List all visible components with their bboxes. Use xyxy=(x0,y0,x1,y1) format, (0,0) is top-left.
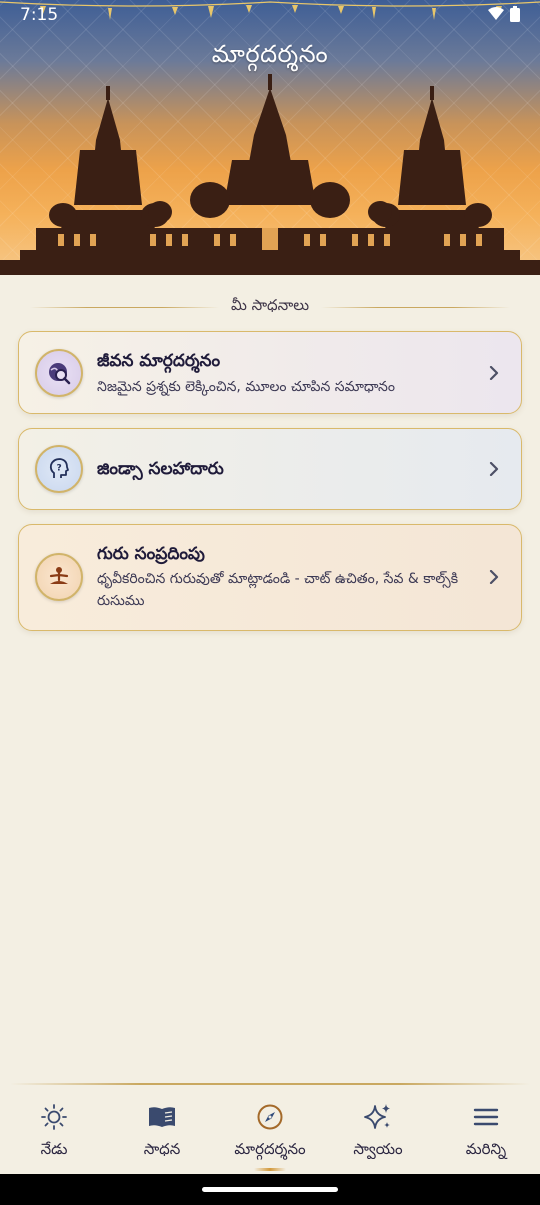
nav-item-sadhana[interactable]: సాధన xyxy=(108,1086,216,1174)
meditation-icon xyxy=(35,553,83,601)
nav-label: మరిన్ని xyxy=(465,1140,507,1158)
nav-label: నేడు xyxy=(40,1140,68,1158)
wifi-icon xyxy=(488,7,504,20)
bottom-nav: నేడు సాధన మార్గదర్శనం స్వాయం మరిన్ని xyxy=(0,1086,540,1174)
card-advisor[interactable]: ? జిండ్సా సలహాదారు xyxy=(18,428,522,510)
card-subtitle: ధృవీకరించిన గురువుతో మాట్లాడండి - చాట్ ఉ… xyxy=(97,571,459,609)
card-guru-consultation[interactable]: గురు సంప్రదింపు ధృవీకరించిన గురువుతో మాట… xyxy=(18,524,522,631)
status-bar: 7:15 xyxy=(0,0,540,30)
nav-label: మార్గదర్శనం xyxy=(234,1140,306,1158)
chevron-right-icon xyxy=(489,570,499,584)
card-title: జిండ్సా సలహాదారు xyxy=(97,459,224,479)
page-title: మార్గదర్శనం xyxy=(211,40,329,68)
card-life-guidance[interactable]: జీవన మార్గదర్శనం నిజమైన ప్రశ్నకు లెక్కిం… xyxy=(18,331,522,414)
nav-label: స్వాయం xyxy=(353,1140,403,1158)
card-title: గురు సంప్రదింపు xyxy=(97,544,205,564)
nav-item-today[interactable]: నేడు xyxy=(0,1086,108,1174)
battery-icon xyxy=(510,6,520,22)
status-icons xyxy=(488,6,520,22)
divider-line-right xyxy=(321,306,511,308)
bottom-nav-divider xyxy=(10,1083,530,1085)
section-heading: మీ సాధనాలు xyxy=(30,296,511,318)
book-icon xyxy=(147,1102,177,1132)
card-title: జీవన మార్గదర్శనం xyxy=(97,351,221,371)
compass-icon xyxy=(255,1102,285,1132)
chevron-right-icon xyxy=(489,366,499,380)
nav-item-self[interactable]: స్వాయం xyxy=(324,1086,432,1174)
status-time: 7:15 xyxy=(20,5,59,25)
nav-item-more[interactable]: మరిన్ని xyxy=(432,1086,540,1174)
nav-label: సాధన xyxy=(143,1140,181,1158)
home-gesture-handle[interactable] xyxy=(202,1187,338,1192)
head-question-icon: ? xyxy=(35,445,83,493)
header-banner: 7:15 మార్గదర్శనం xyxy=(0,0,540,275)
section-heading-label: మీ సాధనాలు xyxy=(230,296,310,314)
menu-icon xyxy=(471,1102,501,1132)
system-nav-bar xyxy=(0,1174,540,1205)
search-globe-icon xyxy=(35,349,83,397)
chevron-right-icon xyxy=(489,462,499,476)
card-subtitle: నిజమైన ప్రశ్నకు లెక్కించిన, మూలం చూపిన స… xyxy=(97,379,395,395)
active-indicator xyxy=(254,1168,286,1171)
svg-text:?: ? xyxy=(57,464,62,474)
sparkles-icon xyxy=(363,1102,393,1132)
sun-icon xyxy=(39,1102,69,1132)
divider-line-left xyxy=(30,306,219,308)
nav-item-guidance[interactable]: మార్గదర్శనం xyxy=(216,1086,324,1174)
